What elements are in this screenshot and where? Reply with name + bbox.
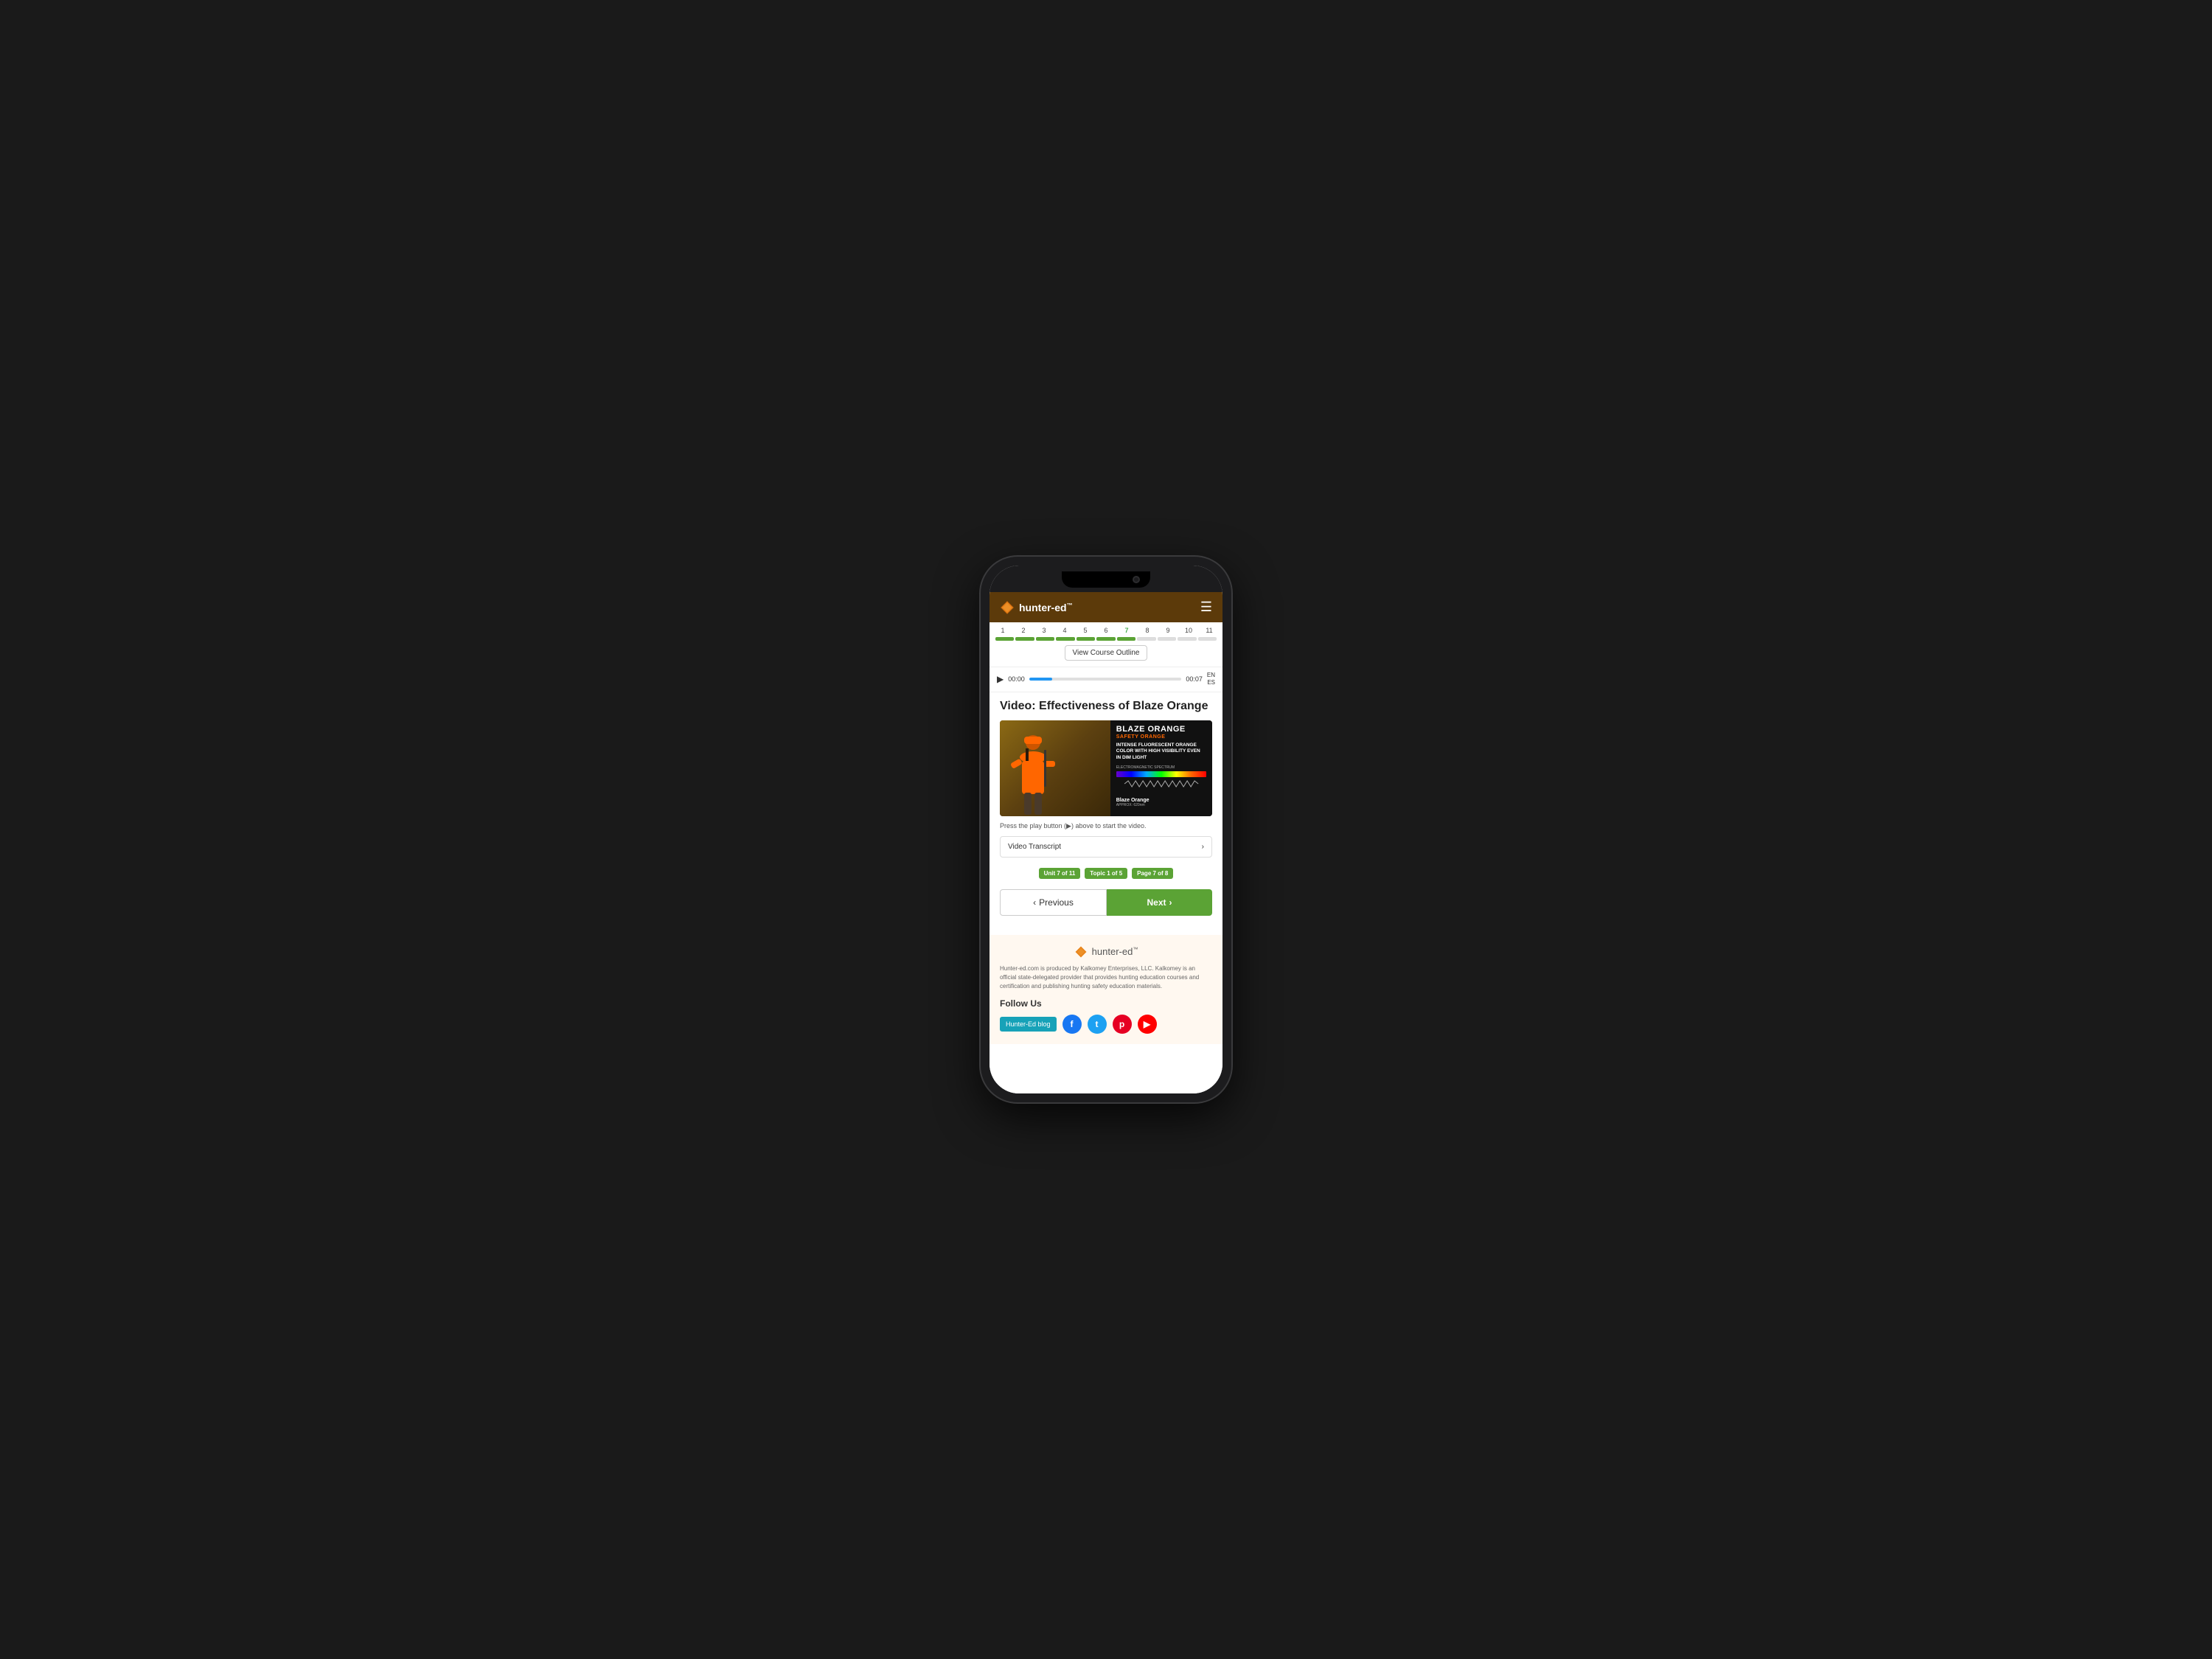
step-numbers: 1 2 3 4 5 6 7 8 9 10 11: [995, 627, 1217, 634]
step-9[interactable]: 9: [1161, 627, 1175, 634]
logo-diamond-icon: [1000, 600, 1015, 615]
approx-label: APPROX: 620nm: [1116, 803, 1206, 807]
hunter-silhouette-icon: [1004, 720, 1062, 816]
wave-svg: [1116, 779, 1206, 788]
page-badge: Page 7 of 8: [1132, 868, 1173, 879]
seg-6: [1096, 637, 1115, 641]
step-1[interactable]: 1: [995, 627, 1010, 634]
footer-logo-diamond-icon: [1074, 945, 1088, 959]
lang-en[interactable]: EN: [1207, 672, 1215, 679]
nav-buttons: ‹ Previous Next ›: [1000, 889, 1212, 916]
step-4[interactable]: 4: [1057, 627, 1072, 634]
spectrum-bar: [1116, 771, 1206, 777]
audio-play-button[interactable]: ▶: [997, 674, 1004, 684]
logo-text: hunter-ed™: [1019, 602, 1073, 613]
blog-button[interactable]: Hunter-Ed blog: [1000, 1017, 1057, 1032]
intense-text: INTENSE FLUORESCENT ORANGE COLOR WITH HI…: [1116, 742, 1206, 761]
video-left-panel: [1000, 720, 1110, 816]
next-chevron-icon: ›: [1169, 897, 1172, 908]
app-header: hunter-ed™ ☰: [990, 592, 1222, 622]
step-10[interactable]: 10: [1181, 627, 1196, 634]
seg-11: [1198, 637, 1217, 641]
blaze-title: BLAZE ORANGE: [1116, 725, 1206, 734]
phone-device: hunter-ed™ ☰ 1 2 3 4 5 6 7 8 9 10: [981, 557, 1231, 1102]
notch-bar: [990, 566, 1222, 592]
seg-4: [1056, 637, 1074, 641]
course-outline-button[interactable]: View Course Outline: [1065, 645, 1148, 661]
safety-orange-label: SAFETY ORANGE: [1116, 734, 1206, 740]
footer-description: Hunter-ed.com is produced by Kalkomey En…: [1000, 964, 1212, 991]
facebook-icon[interactable]: f: [1062, 1015, 1082, 1034]
badges-row: Unit 7 of 11 Topic 1 of 5 Page 7 of 8: [1000, 868, 1212, 879]
prev-chevron-icon: ‹: [1033, 897, 1036, 908]
step-5[interactable]: 5: [1078, 627, 1093, 634]
social-row: Hunter-Ed blog f t p ▶: [1000, 1015, 1212, 1034]
seg-5: [1077, 637, 1095, 641]
video-right-panel: BLAZE ORANGE SAFETY ORANGE INTENSE FLUOR…: [1110, 720, 1212, 816]
audio-track[interactable]: [1029, 678, 1182, 681]
step-3[interactable]: 3: [1037, 627, 1051, 634]
notch: [1062, 571, 1150, 588]
step-11[interactable]: 11: [1202, 627, 1217, 634]
step-8[interactable]: 8: [1140, 627, 1155, 634]
lang-es[interactable]: ES: [1207, 679, 1215, 686]
blaze-orange-bottom: Blaze Orange: [1116, 798, 1206, 803]
follow-us-label: Follow Us: [1000, 998, 1212, 1009]
language-options: EN ES: [1207, 672, 1215, 687]
step-2[interactable]: 2: [1016, 627, 1031, 634]
hamburger-menu-icon[interactable]: ☰: [1200, 599, 1212, 615]
topic-badge: Topic 1 of 5: [1085, 868, 1127, 879]
step-6[interactable]: 6: [1099, 627, 1113, 634]
transcript-label: Video Transcript: [1008, 843, 1061, 851]
video-thumbnail[interactable]: BLAZE ORANGE SAFETY ORANGE INTENSE FLUOR…: [1000, 720, 1212, 816]
seg-1: [995, 637, 1014, 641]
footer-logo: hunter-ed™: [1000, 945, 1212, 959]
play-hint-text: Press the play button (▶) above to start…: [1000, 822, 1212, 830]
camera-dot: [1133, 576, 1140, 583]
seg-10: [1178, 637, 1196, 641]
audio-player: ▶ 00:00 00:07 EN ES: [990, 667, 1222, 692]
next-button[interactable]: Next ›: [1107, 889, 1212, 916]
seg-7: [1117, 637, 1135, 641]
previous-button[interactable]: ‹ Previous: [1000, 889, 1107, 916]
progress-bar: [995, 637, 1217, 641]
audio-time-start: 00:00: [1008, 675, 1025, 683]
twitter-icon[interactable]: t: [1088, 1015, 1107, 1034]
phone-screen: hunter-ed™ ☰ 1 2 3 4 5 6 7 8 9 10: [990, 566, 1222, 1093]
prev-label: Previous: [1039, 897, 1074, 908]
seg-2: [1015, 637, 1034, 641]
spectrum-area: ELECTROMAGNETIC SPECTRUM: [1116, 765, 1206, 792]
audio-time-end: 00:07: [1186, 675, 1203, 683]
main-content: Video: Effectiveness of Blaze Orange: [990, 692, 1222, 935]
pinterest-icon[interactable]: p: [1113, 1015, 1132, 1034]
spectrum-label: ELECTROMAGNETIC SPECTRUM: [1116, 765, 1206, 770]
transcript-toggle[interactable]: Video Transcript ›: [1000, 836, 1212, 858]
logo-area: hunter-ed™: [1000, 600, 1073, 615]
seg-3: [1036, 637, 1054, 641]
transcript-chevron-icon: ›: [1202, 843, 1204, 851]
screen-content[interactable]: hunter-ed™ ☰ 1 2 3 4 5 6 7 8 9 10: [990, 592, 1222, 1093]
youtube-icon[interactable]: ▶: [1138, 1015, 1157, 1034]
footer-logo-text: hunter-ed™: [1092, 946, 1138, 957]
audio-fill: [1029, 678, 1052, 681]
step-7[interactable]: 7: [1119, 627, 1134, 634]
page-title: Video: Effectiveness of Blaze Orange: [1000, 700, 1212, 713]
next-label: Next: [1147, 897, 1166, 908]
seg-8: [1137, 637, 1155, 641]
footer: hunter-ed™ Hunter-ed.com is produced by …: [990, 935, 1222, 1044]
progress-section: 1 2 3 4 5 6 7 8 9 10 11: [990, 622, 1222, 667]
seg-9: [1158, 637, 1176, 641]
unit-badge: Unit 7 of 11: [1039, 868, 1081, 879]
